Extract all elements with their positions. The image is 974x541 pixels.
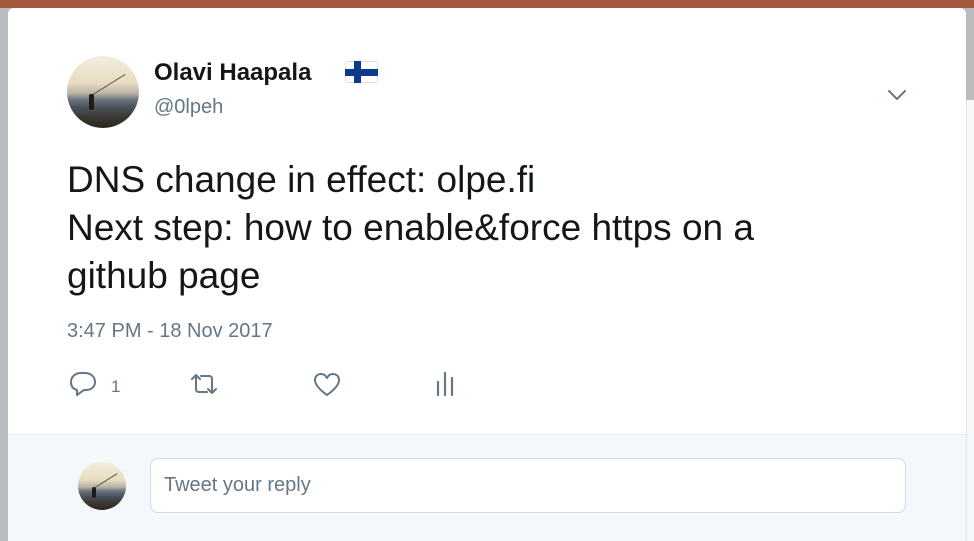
chevron-down-icon[interactable]: [886, 84, 908, 106]
like-button[interactable]: [311, 368, 343, 405]
author-name[interactable]: Olavi Haapala: [154, 59, 311, 87]
browser-top-strip: [0, 0, 974, 8]
background-timeline-edge: [966, 100, 974, 541]
reply-count: 1: [111, 376, 121, 396]
tweet-modal: Olavi Haapala @0lpeh DNS change in effec…: [8, 8, 966, 541]
author-avatar[interactable]: [67, 56, 139, 128]
tweet-text-line: DNS change in effect: olpe.fi: [67, 159, 536, 200]
reply-input[interactable]: Tweet your reply: [150, 458, 906, 513]
tweet-text-line: Next step: how to enable&force https on …: [67, 207, 754, 248]
analytics-icon: [431, 368, 463, 405]
reply-button[interactable]: 1: [67, 368, 120, 405]
tweet-text: DNS change in effect: olpe.fi Next step:…: [67, 156, 927, 300]
reply-icon: [67, 368, 99, 405]
tweet-text-line: github page: [67, 255, 261, 296]
analytics-button[interactable]: [431, 368, 463, 405]
heart-icon: [311, 368, 343, 405]
retweet-icon: [188, 368, 220, 405]
author-handle[interactable]: @0lpeh: [154, 96, 223, 119]
finland-flag-icon: [345, 61, 378, 83]
current-user-avatar[interactable]: [78, 462, 126, 510]
retweet-button[interactable]: [188, 368, 220, 405]
tweet-timestamp[interactable]: 3:47 PM - 18 Nov 2017: [67, 320, 273, 343]
